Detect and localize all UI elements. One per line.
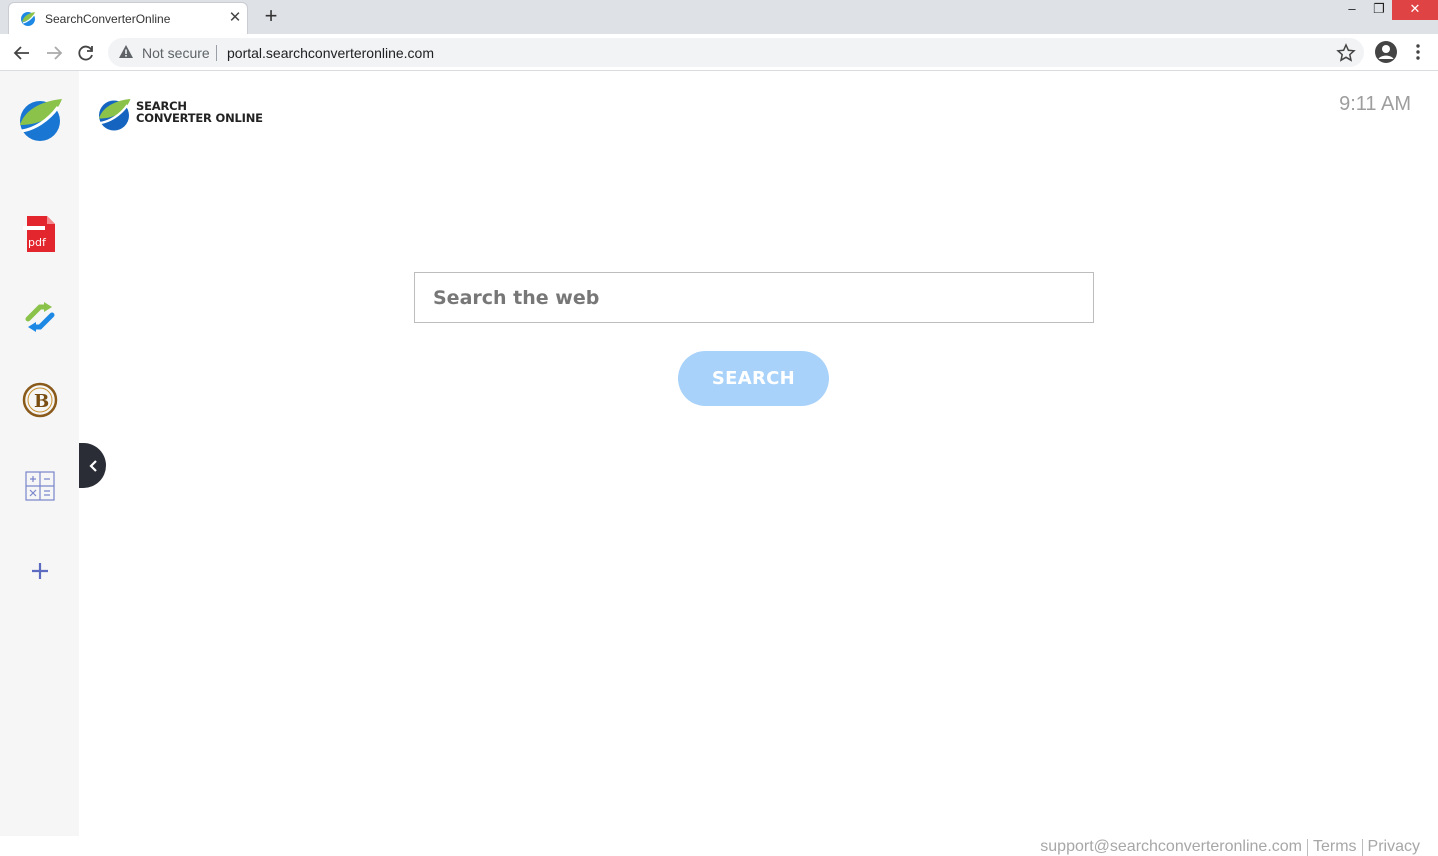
back-arrow-icon <box>13 46 29 60</box>
support-email-link[interactable]: support@searchconverteronline.com <box>1040 838 1302 856</box>
profile-avatar-icon[interactable] <box>1374 40 1398 64</box>
bookmark-star-icon[interactable] <box>1336 43 1356 63</box>
site-logo[interactable]: SEARCH CONVERTER ONLINE <box>96 96 263 132</box>
sidebar-collapse-handle[interactable] <box>79 443 106 488</box>
forward-button[interactable] <box>41 40 67 66</box>
privacy-link[interactable]: Privacy <box>1368 838 1420 856</box>
new-tab-button[interactable]: + <box>258 4 284 30</box>
security-status[interactable]: Not secure <box>142 45 210 61</box>
bitcoin-icon: B <box>22 382 58 418</box>
forward-arrow-icon <box>47 46 63 60</box>
search-input[interactable] <box>414 272 1094 323</box>
sidebar-item-bitcoin[interactable]: B <box>14 374 66 426</box>
calculator-icon <box>25 471 55 501</box>
tab-strip: SearchConverterOnline ✕ + – ❐ ✕ <box>0 0 1438 34</box>
site-favicon-icon <box>21 12 35 26</box>
warning-triangle-icon <box>119 45 133 58</box>
footer-divider <box>1361 838 1363 856</box>
logo-line-2: CONVERTER ONLINE <box>136 111 263 125</box>
pdf-icon: pdf <box>23 216 55 252</box>
home-logo-icon <box>20 99 62 141</box>
address-bar[interactable]: Not secure portal.searchconverteronline.… <box>108 38 1364 67</box>
sidebar-add-button[interactable] <box>14 545 66 597</box>
more-menu-icon[interactable] <box>1410 42 1426 64</box>
minimize-button[interactable]: – <box>1338 0 1366 20</box>
footer: support@searchconverteronline.com Terms … <box>1040 838 1420 856</box>
footer-divider <box>1306 838 1308 856</box>
chevron-left-icon <box>88 459 97 472</box>
bitcoin-icon-label: B <box>34 391 49 412</box>
tab-title: SearchConverterOnline <box>45 12 171 26</box>
site-logo-icon <box>99 99 131 131</box>
logo-text: SEARCH CONVERTER ONLINE <box>136 100 263 124</box>
url-text[interactable]: portal.searchconverteronline.com <box>227 45 434 61</box>
browser-toolbar: Not secure portal.searchconverteronline.… <box>0 34 1438 71</box>
pdf-icon-label: pdf <box>28 236 47 249</box>
close-window-button[interactable]: ✕ <box>1392 0 1438 20</box>
restore-button[interactable]: ❐ <box>1366 0 1392 20</box>
converter-arrows-icon <box>25 302 55 332</box>
sidebar-item-converter[interactable] <box>14 291 66 343</box>
sidebar-item-pdf[interactable]: pdf <box>14 208 66 260</box>
omnibox-divider <box>216 45 217 61</box>
clock: 9:11 AM <box>1339 93 1411 115</box>
sidebar: pdf B <box>0 71 79 836</box>
browser-tab[interactable]: SearchConverterOnline ✕ <box>8 2 248 34</box>
terms-link[interactable]: Terms <box>1313 838 1357 856</box>
sidebar-item-calculator[interactable] <box>14 460 66 512</box>
back-button[interactable] <box>9 40 35 66</box>
add-icon <box>32 563 48 579</box>
reload-icon <box>78 45 93 61</box>
search-button[interactable]: SEARCH <box>678 351 829 406</box>
sidebar-item-home[interactable] <box>14 93 66 145</box>
reload-button[interactable] <box>73 40 99 66</box>
tab-close-icon[interactable]: ✕ <box>226 9 244 27</box>
